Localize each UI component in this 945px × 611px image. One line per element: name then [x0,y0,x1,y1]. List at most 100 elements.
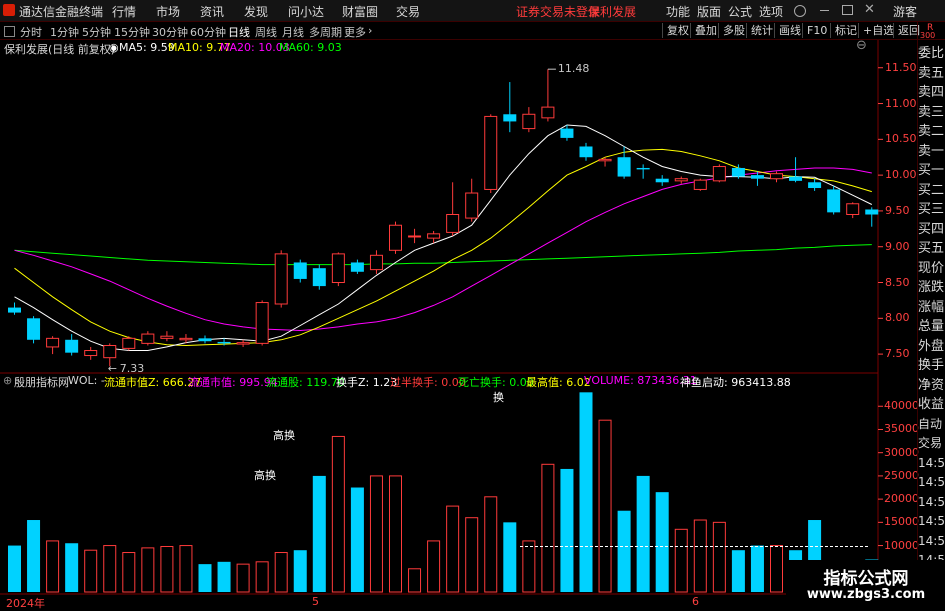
side-panel-label[interactable]: 14:56 [918,532,945,551]
side-panel-label[interactable]: 交易 [918,434,945,453]
volume-bar [503,522,517,592]
volume-bar [46,540,60,593]
candle [122,336,136,351]
date-label: 6 [692,595,699,608]
side-panel-label[interactable]: 收益 [918,395,945,414]
volume-bar [579,392,593,592]
watermark-title: 指标公式网 [823,569,909,589]
side-panel-label[interactable]: 14:56 [918,493,945,512]
side-panel-label[interactable]: 外盘 [918,337,945,356]
volume-tick-label: 35000 [884,422,919,436]
watermark-url: www.zbgs3.com [806,587,926,602]
gaohuan-label: 换 [493,391,504,404]
volume-bar [369,475,383,593]
candle [255,300,269,346]
side-panel-label[interactable]: 14:56 [918,473,945,492]
volume-tick-label: 20000 [884,492,919,506]
price-tick-label: 9.50 [885,203,910,217]
side-panel-label[interactable]: 买三 [918,200,945,219]
side-panel-label[interactable]: 14:56 [918,454,945,473]
side-panel-label[interactable]: 卖五 [918,64,945,83]
side-panel-label[interactable]: 买一 [918,161,945,180]
candle [579,142,593,161]
volume-bar [446,505,460,593]
volume-bar [674,528,688,593]
price-tick-label: 11.00 [885,96,917,110]
volume-bar [160,545,174,593]
side-panel-label[interactable]: 现价 [918,259,945,278]
volume-bar [731,550,745,592]
candle [350,259,364,274]
candle [293,259,307,283]
side-panel-label[interactable]: 总量 [918,317,945,336]
candle [331,252,345,287]
ma60-line [14,244,872,266]
candle [865,207,879,227]
volume-tick-label: 30000 [884,445,919,459]
volume-bar [750,545,764,592]
volume-bar [198,564,212,592]
candle [312,264,326,290]
candle [65,334,79,356]
candle [655,175,669,186]
price-tick-label: 8.50 [885,275,910,289]
volume-bar [103,545,117,593]
volume-bar [293,550,307,592]
candle [636,164,650,179]
volume-bar [255,561,269,593]
side-panel-label[interactable]: 净资 [918,376,945,395]
side-panel-label[interactable]: 自动 [918,415,945,434]
indicator-item: 神鱼启动: 963413.88 [680,376,791,389]
price-tick-label: 9.00 [885,239,910,253]
candle [465,178,479,222]
gaohuan-label: 高换 [273,429,295,442]
candle [198,335,212,344]
volume-tick-label: 10000 [884,538,919,552]
volume-bar [693,519,707,593]
side-panel-label[interactable]: 买二 [918,181,945,200]
price-tick-label: 7.50 [885,347,910,361]
volume-bar [389,475,402,593]
candle [446,182,460,236]
side-panel-label[interactable]: 14:56 [918,512,945,531]
side-panel-label[interactable]: 涨跌 [918,278,945,297]
candle [27,316,41,344]
volume-bar [770,545,783,593]
candle [541,69,555,122]
side-panel-label[interactable]: 换手 [918,356,945,375]
volume-tick-label: 40000 [884,399,919,413]
volume-bar [484,496,498,593]
candle [46,336,60,355]
volume-bar [331,435,345,593]
candle [712,164,726,183]
candle [236,339,250,347]
volume-bar [350,487,364,592]
candle [827,185,841,215]
indicator-name[interactable]: 殷朋指标网 [14,374,69,390]
ma20-line [14,167,872,332]
side-panel-label[interactable]: 涨幅 [918,298,945,317]
side-panel-label[interactable]: 买四 [918,220,945,239]
volume-tick-label: 15000 [884,515,919,529]
date-axis: 2024年 5 6 [0,595,880,610]
side-panel-label[interactable]: 买五 [918,239,945,258]
volume-bar [636,475,650,592]
indicator-item: 死亡换手: 0.00 [458,376,534,389]
gaohuan-label: 高换 [254,469,276,482]
side-panel-label[interactable]: 卖二 [918,122,945,141]
volume-bar [122,552,136,593]
candle [369,250,383,274]
watermark-logo: 指标公式网 www.zbgs3.com [786,560,945,609]
volume-bar [522,540,536,593]
price-tick-label: 10.00 [885,168,917,182]
candle [84,346,98,360]
side-panel-label[interactable]: 卖一 [918,142,945,161]
volume-bar [598,419,612,593]
volume-bar [312,475,326,592]
indicator-collapse-icon[interactable]: ⊕ [3,374,12,387]
indicator-item: 流通股: 119.70 [266,376,345,389]
side-panel-label[interactable]: 卖四 [918,83,945,102]
side-panel-label[interactable]: 委比 [918,44,945,63]
side-panel-label[interactable]: 卖三 [918,103,945,122]
volume-bar [655,492,669,592]
